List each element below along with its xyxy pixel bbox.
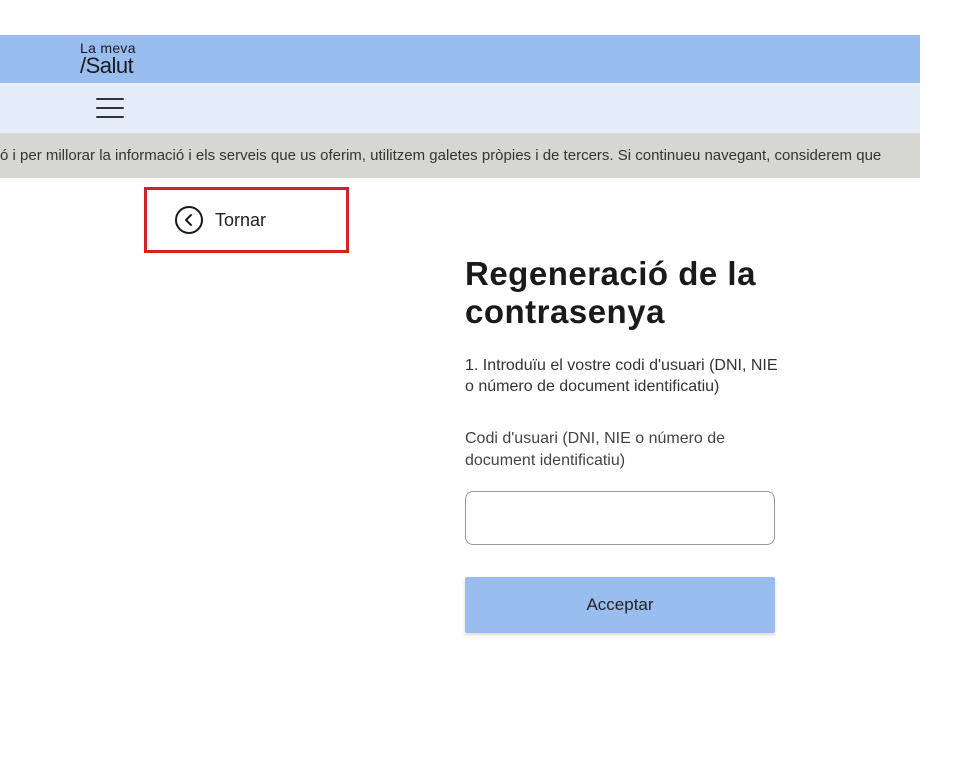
hamburger-menu-icon[interactable] — [96, 98, 124, 118]
accept-button[interactable]: Acceptar — [465, 577, 775, 633]
cookie-notice-bar: ó i per millorar la informació i els ser… — [0, 133, 920, 178]
form-instruction: 1. Introduïu el vostre codi d'usuari (DN… — [465, 355, 785, 398]
page-title: Regeneració de la contrasenya — [465, 255, 785, 331]
top-spacer — [0, 0, 956, 35]
header-primary: La meva /Salut — [0, 35, 920, 83]
logo: La meva /Salut — [80, 41, 136, 77]
header-secondary — [0, 83, 920, 133]
back-button[interactable]: Tornar — [144, 187, 349, 253]
password-regeneration-form: Regeneració de la contrasenya 1. Introdu… — [465, 255, 785, 633]
back-arrow-icon — [175, 206, 203, 234]
back-button-label: Tornar — [215, 210, 266, 231]
logo-line-2: /Salut — [80, 55, 136, 77]
user-code-input[interactable] — [465, 491, 775, 545]
user-code-label: Codi d'usuari (DNI, NIE o número de docu… — [465, 428, 785, 473]
cookie-notice-text: ó i per millorar la informació i els ser… — [0, 147, 881, 164]
content-area: Tornar Regeneració de la contrasenya 1. … — [0, 178, 920, 633]
